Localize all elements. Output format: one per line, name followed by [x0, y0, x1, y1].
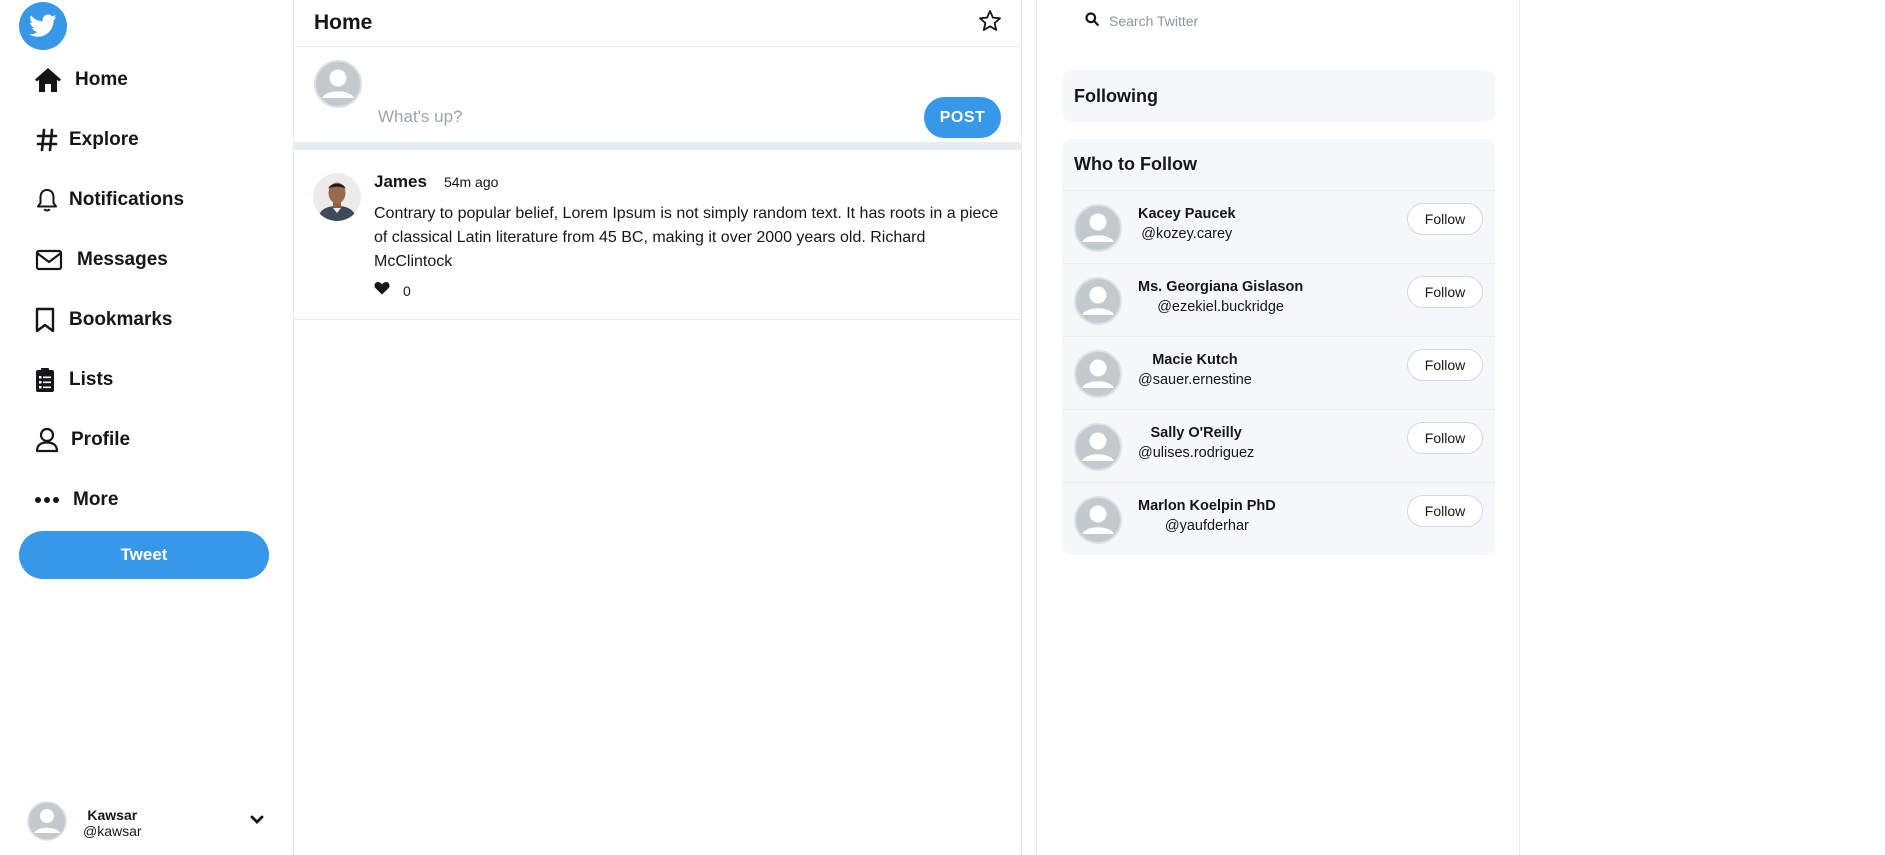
nav-item-lists[interactable]: Lists	[33, 350, 184, 410]
list-item: Kacey Paucek @kozey.carey Follow	[1062, 191, 1495, 264]
suggestion-handle: @yaufderhar	[1164, 518, 1249, 534]
suggestion-name[interactable]: Kacey Paucek	[1138, 204, 1236, 224]
avatar[interactable]	[1074, 350, 1122, 403]
nav-item-messages[interactable]: Messages	[33, 230, 184, 290]
who-to-follow-header: Who to Follow	[1062, 139, 1495, 191]
suggestion-info: Macie Kutch @sauer.ernestine	[1138, 350, 1252, 390]
heart-icon[interactable]	[374, 281, 390, 300]
suggestion-name[interactable]: Ms. Georgiana Gislason	[1138, 277, 1303, 297]
avatar[interactable]	[1074, 204, 1122, 257]
tweet-body: James 54m ago Contrary to popular belief…	[374, 172, 999, 300]
follow-button[interactable]: Follow	[1407, 203, 1483, 235]
account-name: Kawsar	[87, 807, 138, 823]
search-bar[interactable]	[1085, 6, 1505, 36]
home-icon	[33, 65, 63, 95]
search-input[interactable]	[1109, 13, 1489, 29]
nav-item-bookmarks[interactable]: Bookmarks	[33, 290, 184, 350]
compose-input[interactable]	[378, 107, 928, 127]
suggestion-name[interactable]: Macie Kutch	[1152, 350, 1237, 370]
list-item: Marlon Koelpin PhD @yaufderhar Follow	[1062, 483, 1495, 556]
nav-label-notifications: Notifications	[69, 189, 185, 210]
like-count: 0	[403, 282, 411, 299]
nav-label-explore: Explore	[69, 129, 139, 150]
clipboard-list-icon	[33, 365, 57, 395]
who-to-follow-panel: Who to Follow Kacey Paucek @kozey.carey …	[1062, 139, 1495, 555]
page-title: Home	[314, 11, 373, 34]
list-item: Macie Kutch @sauer.ernestine Follow	[1062, 337, 1495, 410]
suggestion-name[interactable]: Marlon Koelpin PhD	[1138, 496, 1276, 516]
nav-item-home[interactable]: Home	[33, 50, 184, 110]
nav-label-home: Home	[75, 69, 128, 90]
tweet-author[interactable]: James	[374, 172, 427, 192]
bell-icon	[33, 185, 61, 215]
avatar[interactable]	[313, 173, 361, 221]
following-panel: Following	[1062, 70, 1495, 122]
chevron-down-icon[interactable]	[250, 812, 264, 830]
avatar[interactable]	[1074, 423, 1122, 476]
suggestion-handle: @kozey.carey	[1141, 226, 1233, 242]
avatar	[314, 60, 362, 113]
account-info: Kawsar @kawsar	[83, 807, 142, 839]
avatar[interactable]	[1074, 496, 1122, 549]
nav-label-profile: Profile	[71, 429, 131, 450]
suggestion-info: Marlon Koelpin PhD @yaufderhar	[1138, 496, 1276, 536]
feed-header: Home	[294, 0, 1021, 47]
compose-box: POST	[294, 47, 1021, 150]
bookmark-icon	[33, 305, 57, 335]
tweet-button[interactable]: Tweet	[19, 531, 269, 579]
tweet-timestamp: 54m ago	[443, 174, 499, 190]
tweet-card[interactable]: James 54m ago Contrary to popular belief…	[294, 150, 1021, 320]
follow-button[interactable]: Follow	[1407, 349, 1483, 381]
avatar[interactable]	[1074, 277, 1122, 330]
avatar	[27, 800, 67, 846]
nav-label-more: More	[73, 489, 119, 510]
right-sidebar: Following Who to Follow Kacey Paucek @ko…	[1036, 0, 1520, 855]
suggestion-info: Sally O'Reilly @ulises.rodriguez	[1138, 423, 1254, 463]
who-to-follow-title: Who to Follow	[1074, 154, 1197, 174]
account-switcher[interactable]: Kawsar @kawsar	[27, 800, 272, 846]
following-title: Following	[1074, 85, 1158, 106]
search-icon	[1085, 11, 1099, 31]
nav-item-more[interactable]: More	[33, 470, 184, 530]
more-dots-icon	[33, 485, 61, 515]
suggestion-info: Kacey Paucek @kozey.carey	[1138, 204, 1236, 244]
nav-item-notifications[interactable]: Notifications	[33, 170, 184, 230]
suggestion-handle: @ezekiel.buckridge	[1157, 299, 1284, 315]
list-item: Ms. Georgiana Gislason @ezekiel.buckridg…	[1062, 264, 1495, 337]
hashtag-icon	[33, 125, 61, 155]
mail-icon	[33, 245, 65, 275]
suggestion-name[interactable]: Sally O'Reilly	[1150, 423, 1241, 443]
list-item: Sally O'Reilly @ulises.rodriguez Follow	[1062, 410, 1495, 483]
sidebar: Home Explore Notifications Messages Book…	[0, 0, 294, 855]
nav-label-lists: Lists	[69, 369, 114, 390]
nav-label-messages: Messages	[77, 249, 168, 270]
nav-item-explore[interactable]: Explore	[33, 110, 184, 170]
nav-item-profile[interactable]: Profile	[33, 410, 184, 470]
home-feed: Home POST James 54m ago	[294, 0, 1022, 855]
star-icon[interactable]	[978, 9, 1002, 38]
follow-button[interactable]: Follow	[1407, 495, 1483, 527]
tweet-text: Contrary to popular belief, Lorem Ipsum …	[374, 205, 999, 270]
follow-button[interactable]: Follow	[1407, 422, 1483, 454]
suggestion-handle: @ulises.rodriguez	[1138, 445, 1255, 461]
follow-button[interactable]: Follow	[1407, 276, 1483, 308]
nav-label-bookmarks: Bookmarks	[69, 309, 173, 330]
main-nav: Home Explore Notifications Messages Book…	[33, 50, 184, 530]
user-icon	[33, 425, 61, 455]
post-button[interactable]: POST	[924, 97, 1001, 138]
account-handle: @kawsar	[83, 823, 142, 839]
suggestion-info: Ms. Georgiana Gislason @ezekiel.buckridg…	[1138, 277, 1303, 317]
suggestion-handle: @sauer.ernestine	[1138, 372, 1252, 388]
tweet-actions: 0	[374, 281, 999, 300]
twitter-bird-icon[interactable]	[19, 2, 67, 50]
tweet-meta: James 54m ago	[374, 172, 999, 192]
